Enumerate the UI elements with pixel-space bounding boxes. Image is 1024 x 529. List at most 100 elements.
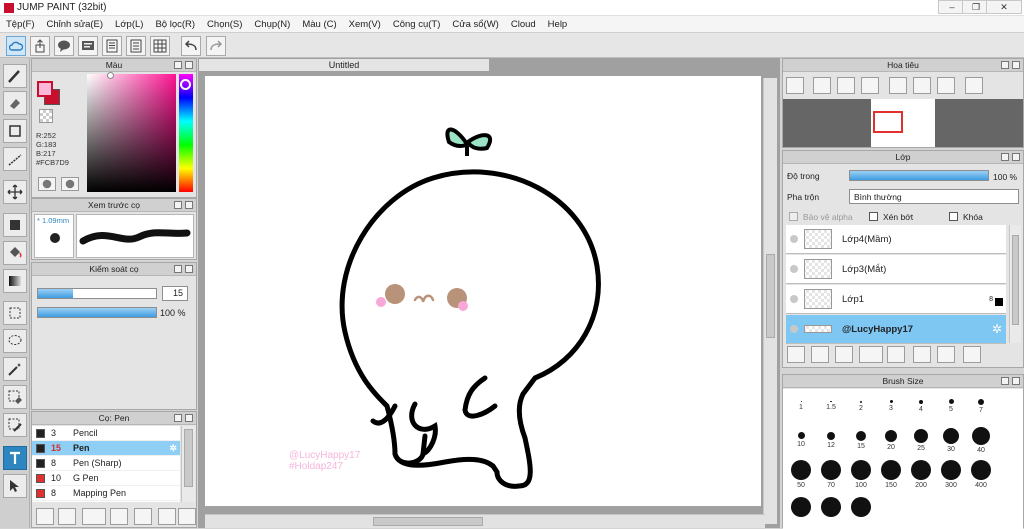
text-tool[interactable] <box>3 446 27 470</box>
color-square[interactable] <box>87 74 176 192</box>
menu-filter[interactable]: Bộ lọc(R) <box>155 19 195 30</box>
reset-rotation-button[interactable] <box>913 77 931 94</box>
drawing-canvas[interactable]: @LucyHappy17 #Holdap247 <box>205 76 761 506</box>
brush-size-slider[interactable] <box>37 288 157 299</box>
menu-help[interactable]: Help <box>548 19 568 30</box>
rotate-right-button[interactable] <box>937 77 955 94</box>
panel-close-icon[interactable] <box>1012 377 1020 385</box>
visibility-icon[interactable] <box>790 265 798 273</box>
brush-size-option[interactable]: 15 <box>846 425 876 455</box>
object-select-tool[interactable] <box>3 474 27 498</box>
merge-layer-button[interactable] <box>937 346 955 363</box>
menu-file[interactable]: Tệp(F) <box>6 19 35 30</box>
zoom-in-button[interactable] <box>813 77 831 94</box>
navigator-viewport[interactable] <box>873 111 903 133</box>
brush-folder-button[interactable] <box>134 508 152 525</box>
brush-size-option[interactable]: 150 <box>876 459 906 489</box>
panel-popout-icon[interactable] <box>1001 153 1009 161</box>
menu-select[interactable]: Chọn(S) <box>207 19 242 30</box>
brush-size-option[interactable]: 1.5 <box>816 391 846 421</box>
brush-size-option[interactable]: 12 <box>816 425 846 455</box>
new-layer-button[interactable] <box>787 346 805 363</box>
lock-checkbox[interactable] <box>949 212 958 221</box>
brush-size-option[interactable]: 7 <box>966 391 996 421</box>
brush-size-option[interactable]: 30 <box>936 425 966 455</box>
brush-size-option[interactable]: 70 <box>816 459 846 489</box>
panel-close-icon[interactable] <box>1012 61 1020 69</box>
fill-rect-tool[interactable] <box>3 213 27 237</box>
panel-close-icon[interactable] <box>185 61 193 69</box>
menu-tools[interactable]: Công cụ(T) <box>393 19 441 30</box>
actual-size-button[interactable] <box>861 77 879 94</box>
grid-button[interactable] <box>150 36 170 56</box>
bucket-tool[interactable] <box>3 241 27 265</box>
panel-popout-icon[interactable] <box>174 201 182 209</box>
eraser-tool[interactable] <box>3 91 27 115</box>
brush-size-option[interactable] <box>786 493 816 523</box>
gear-icon[interactable]: ✲ <box>992 322 1002 336</box>
panel-popout-icon[interactable] <box>1001 377 1009 385</box>
clip-checkbox[interactable] <box>869 212 878 221</box>
brush-size-option[interactable]: 40 <box>966 425 996 455</box>
gradient-tool[interactable] <box>3 269 27 293</box>
brush-size-option[interactable]: 10 <box>786 425 816 455</box>
primary-color-swatch[interactable] <box>37 81 53 97</box>
brush-size-option[interactable]: 200 <box>906 459 936 489</box>
scrollbar-thumb[interactable] <box>1012 235 1019 325</box>
scrollbar-thumb[interactable] <box>184 429 193 487</box>
select-eraser-tool[interactable] <box>3 385 27 409</box>
layer-opacity-slider[interactable] <box>849 170 989 181</box>
brush-size-option[interactable] <box>816 493 846 523</box>
hue-slider[interactable] <box>179 74 193 192</box>
rect-select-tool[interactable] <box>3 301 27 325</box>
brush-size-option[interactable] <box>846 493 876 523</box>
menu-window[interactable]: Cửa sổ(W) <box>452 19 498 30</box>
visibility-icon[interactable] <box>790 235 798 243</box>
cloud-button[interactable] <box>6 36 26 56</box>
canvas-vertical-scrollbar[interactable] <box>763 78 777 524</box>
menu-layer[interactable]: Lớp(L) <box>115 19 143 30</box>
brush-size-option[interactable]: 50 <box>786 459 816 489</box>
panel-close-icon[interactable] <box>185 414 193 422</box>
brush-add-button[interactable] <box>36 508 54 525</box>
pen-item-g-pen[interactable]: 10 G Pen <box>32 471 180 486</box>
pen-item-pen[interactable]: 15 Pen ✲ <box>32 441 180 456</box>
brush-opacity-slider[interactable] <box>37 307 157 318</box>
panel-close-icon[interactable] <box>1012 153 1020 161</box>
export-button[interactable] <box>30 36 50 56</box>
brush-size-field[interactable]: 15 <box>162 286 188 301</box>
shape-tool[interactable] <box>3 119 27 143</box>
color-picker-handle[interactable] <box>107 72 114 79</box>
layer-item-lucyhappy17[interactable]: @LucyHappy17 ✲ <box>786 315 1006 344</box>
menu-color[interactable]: Màu (C) <box>302 19 336 30</box>
brush-size-option[interactable]: 20 <box>876 425 906 455</box>
brush-size-option[interactable]: 5 <box>936 391 966 421</box>
line-tool[interactable] <box>3 147 27 171</box>
select-pen-tool[interactable] <box>3 413 27 437</box>
brush-size-option[interactable]: 300 <box>936 459 966 489</box>
brush-size-option[interactable]: 3 <box>876 391 906 421</box>
brush-size-option[interactable]: 400 <box>966 459 996 489</box>
close-button[interactable]: ✕ <box>986 0 1022 14</box>
new-1bit-layer-button[interactable] <box>835 346 853 363</box>
layer-item-lop1[interactable]: Lớp1 8 <box>786 285 1006 314</box>
brush-size-option[interactable]: 4 <box>906 391 936 421</box>
palette-button[interactable] <box>38 177 56 191</box>
zoom-out-button[interactable] <box>786 77 804 94</box>
menu-capture[interactable]: Chụp(N) <box>254 19 290 30</box>
brush-size-option[interactable]: 25 <box>906 425 936 455</box>
scrollbar-thumb[interactable] <box>373 517 483 526</box>
panel-close-icon[interactable] <box>185 265 193 273</box>
undo-button[interactable] <box>181 36 201 56</box>
palette-edit-button[interactable] <box>61 177 79 191</box>
fit-screen-button[interactable] <box>837 77 855 94</box>
new-8bit-layer-button[interactable] <box>811 346 829 363</box>
brush-tool[interactable] <box>3 64 27 88</box>
tab-untitled[interactable]: Untitled <box>198 58 490 72</box>
visibility-icon[interactable] <box>790 295 798 303</box>
brush-menu-button[interactable] <box>82 508 106 525</box>
redo-button[interactable] <box>206 36 226 56</box>
board-button[interactable] <box>78 36 98 56</box>
canvas-horizontal-scrollbar[interactable] <box>205 514 765 528</box>
navigator-preview[interactable] <box>783 99 1023 147</box>
